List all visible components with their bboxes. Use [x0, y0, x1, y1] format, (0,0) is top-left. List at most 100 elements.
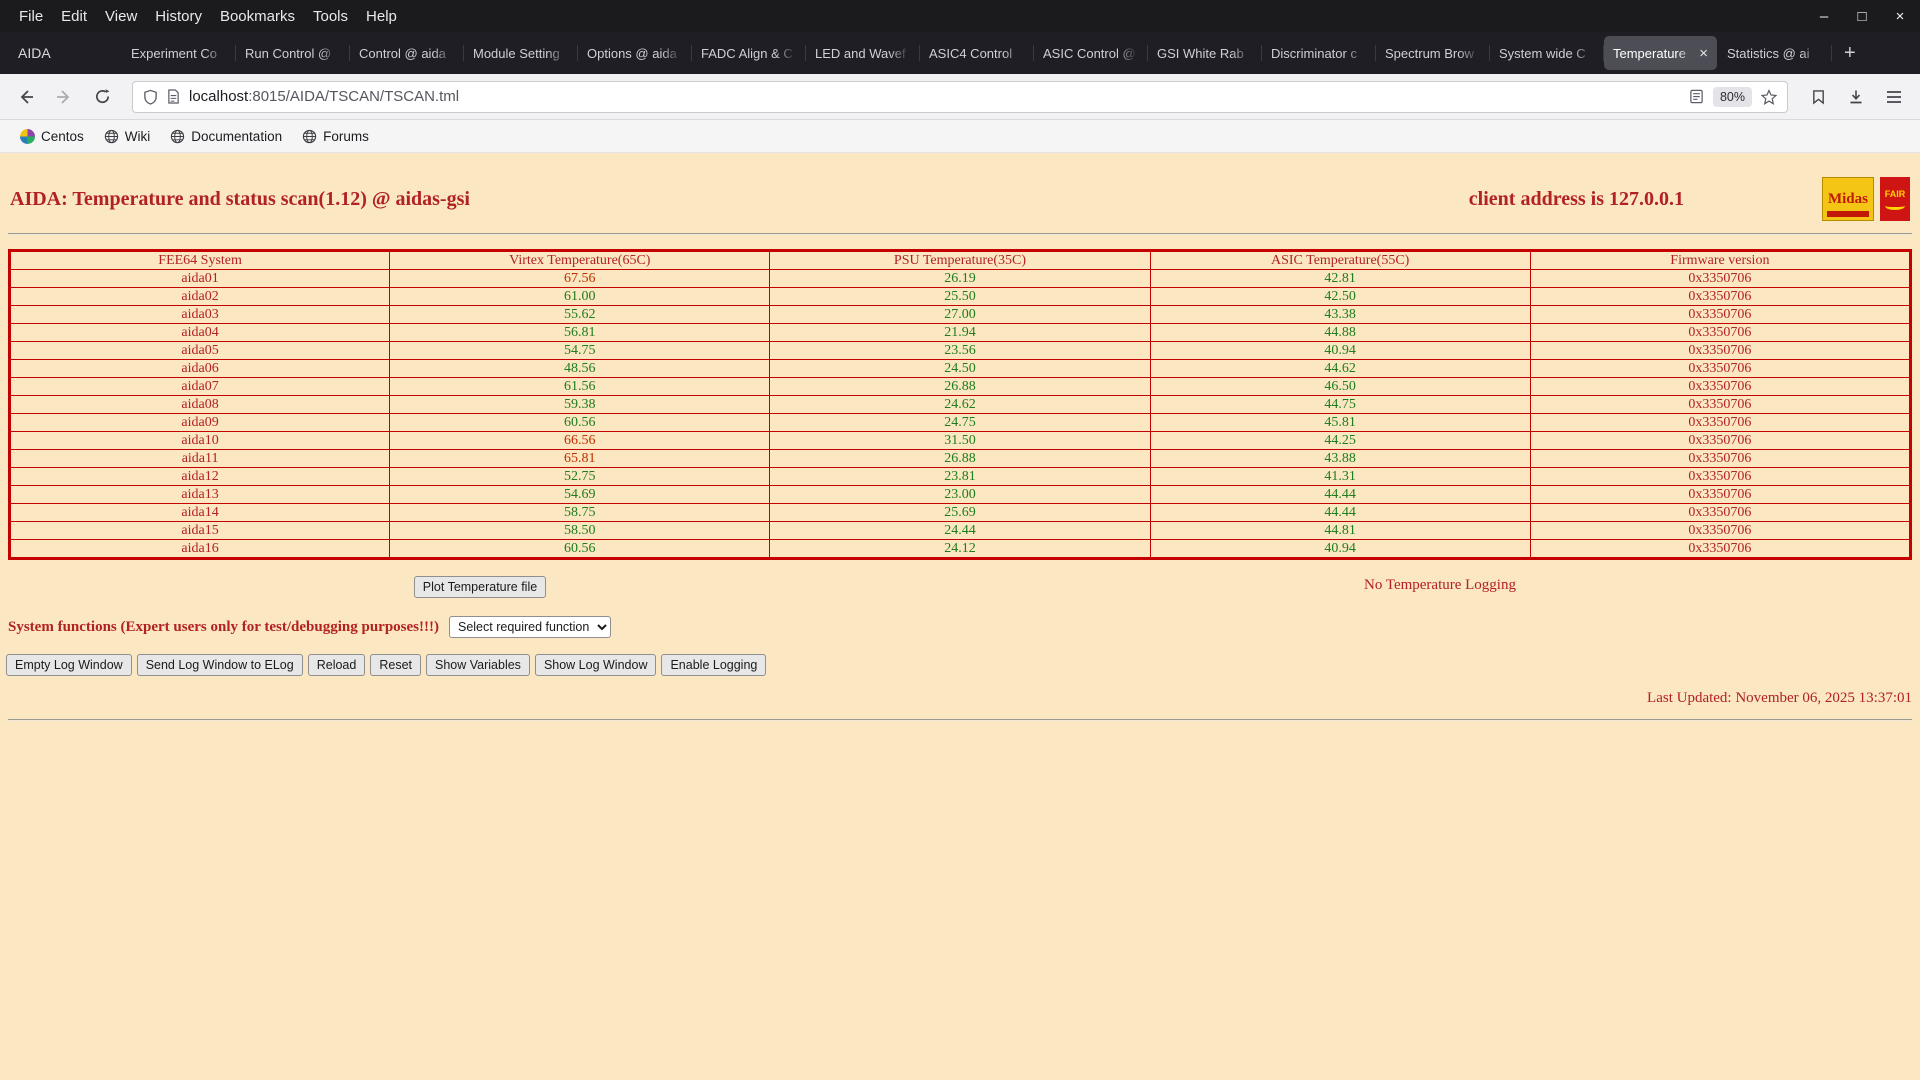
downloads-button[interactable]	[1840, 81, 1872, 113]
empty-log-window-button[interactable]: Empty Log Window	[6, 654, 132, 676]
psu-temp: 24.50	[769, 359, 1151, 378]
client-address: client address is 127.0.0.1	[1468, 187, 1684, 210]
tab-module-setting[interactable]: Module Setting	[464, 36, 578, 70]
virtex-temp: 60.56	[389, 413, 771, 432]
asic-temp: 44.88	[1149, 323, 1531, 342]
firmware-version: 0x3350706	[1529, 413, 1912, 432]
menu-hamburger-button[interactable]	[1878, 81, 1910, 113]
tab-asic4-control[interactable]: ASIC4 Control	[920, 36, 1034, 70]
tab-statistics-ai[interactable]: Statistics @ ai	[1718, 36, 1832, 70]
table-row: aida12 52.75 23.81 41.31 0x3350706	[8, 467, 1912, 486]
fee64-name: aida13	[8, 485, 391, 504]
asic-temp: 44.62	[1149, 359, 1531, 378]
reader-mode-icon[interactable]	[1689, 89, 1704, 104]
psu-temp: 25.50	[769, 287, 1151, 306]
asic-temp: 40.94	[1149, 341, 1531, 360]
menu-tools[interactable]: Tools	[304, 4, 357, 29]
tab-label: System wide C	[1499, 45, 1586, 61]
menu-edit[interactable]: Edit	[52, 4, 96, 29]
virtex-temp: 61.00	[389, 287, 771, 306]
menu-view[interactable]: View	[96, 4, 146, 29]
tab-close-icon[interactable]: ×	[1699, 46, 1708, 61]
firmware-version: 0x3350706	[1529, 323, 1912, 342]
shield-icon	[144, 89, 157, 105]
tab-led-and-wavef[interactable]: LED and Wavef	[806, 36, 920, 70]
bookmark-star-icon[interactable]	[1761, 88, 1777, 105]
last-updated: Last Updated: November 06, 2025 13:37:01	[1647, 690, 1912, 706]
close-icon[interactable]: ×	[1892, 8, 1908, 25]
fee64-name: aida02	[8, 287, 391, 306]
tab-system-wide-c[interactable]: System wide C	[1490, 36, 1604, 70]
new-tab-button[interactable]: +	[1832, 42, 1868, 65]
tab-asic-control[interactable]: ASIC Control @	[1034, 36, 1148, 70]
url-text[interactable]: localhost:8015/AIDA/TSCAN/TSCAN.tml	[189, 88, 1680, 105]
tab-discriminator-c[interactable]: Discriminator c	[1262, 36, 1376, 70]
tab-temperature[interactable]: Temperature ×	[1604, 36, 1717, 70]
firmware-version: 0x3350706	[1529, 395, 1912, 414]
globe-icon	[302, 129, 317, 143]
virtex-temp: 54.75	[389, 341, 771, 360]
firmware-version: 0x3350706	[1529, 305, 1912, 324]
enable-logging-button[interactable]: Enable Logging	[661, 654, 767, 676]
menu-bar-items: File Edit View History Bookmarks Tools Help	[10, 4, 406, 29]
asic-temp: 45.81	[1149, 413, 1531, 432]
tab-experiment-co[interactable]: Experiment Co	[122, 36, 236, 70]
show-variables-button[interactable]: Show Variables	[426, 654, 530, 676]
firmware-version: 0x3350706	[1529, 341, 1912, 360]
virtex-temp: 59.38	[389, 395, 771, 414]
table-row: aida16 60.56 24.12 40.94 0x3350706	[8, 539, 1912, 559]
tab-control-aida[interactable]: Control @ aida	[350, 36, 464, 70]
maximize-icon[interactable]: □	[1854, 8, 1870, 25]
tab-gsi-white-rab[interactable]: GSI White Rab	[1148, 36, 1262, 70]
bookmark-wiki[interactable]: Wiki	[96, 125, 159, 148]
tab-spectrum-brow[interactable]: Spectrum Brow	[1376, 36, 1490, 70]
zoom-indicator[interactable]: 80%	[1712, 86, 1752, 107]
menu-help[interactable]: Help	[357, 4, 406, 29]
tab-label: ASIC4 Control	[929, 45, 1013, 61]
table-row: aida01 67.56 26.19 42.81 0x3350706	[8, 269, 1912, 288]
minimize-icon[interactable]: –	[1816, 8, 1832, 25]
psu-temp: 26.19	[769, 269, 1151, 288]
column-header: ASIC Temperature(55C)	[1149, 250, 1531, 270]
logos: Midas FAIR	[1822, 177, 1910, 221]
forward-button[interactable]	[48, 81, 80, 113]
tab-options-aida[interactable]: Options @ aida	[578, 36, 692, 70]
midas-logo: Midas	[1822, 177, 1874, 221]
bookmark-documentation[interactable]: Documentation	[162, 125, 290, 148]
page-header: AIDA: Temperature and status scan(1.12) …	[0, 153, 1920, 221]
tab-run-control[interactable]: Run Control @	[236, 36, 350, 70]
table-row: aida11 65.81 26.88 43.88 0x3350706	[8, 449, 1912, 468]
table-row: aida10 66.56 31.50 44.25 0x3350706	[8, 431, 1912, 450]
asic-temp: 43.38	[1149, 305, 1531, 324]
virtex-temp: 54.69	[389, 485, 771, 504]
firmware-version: 0x3350706	[1529, 503, 1912, 522]
reload-button[interactable]: Reload	[307, 654, 366, 676]
menu-history[interactable]: History	[146, 4, 211, 29]
firmware-version: 0x3350706	[1529, 467, 1912, 486]
tab-label: ASIC Control @	[1043, 45, 1136, 61]
bookmark-centos[interactable]: Centos	[12, 125, 92, 148]
show-log-window-button[interactable]: Show Log Window	[534, 654, 657, 676]
globe-icon	[302, 129, 317, 144]
reset-button[interactable]: Reset	[370, 654, 421, 676]
save-to-pocket-button[interactable]	[1802, 81, 1834, 113]
reload-button[interactable]	[86, 81, 118, 113]
menu-bookmarks[interactable]: Bookmarks	[211, 4, 304, 29]
send-log-window-to-elog-button[interactable]: Send Log Window to ELog	[136, 654, 303, 676]
tab-fadc-align-c[interactable]: FADC Align & C	[692, 36, 806, 70]
asic-temp: 42.50	[1149, 287, 1531, 306]
url-bar[interactable]: localhost:8015/AIDA/TSCAN/TSCAN.tml 80%	[132, 80, 1788, 113]
asic-temp: 44.25	[1149, 431, 1531, 450]
menu-file[interactable]: File	[10, 4, 52, 29]
system-function-select[interactable]: Select required function	[448, 616, 611, 638]
page-content: AIDA: Temperature and status scan(1.12) …	[0, 153, 1920, 1080]
asic-temp: 44.81	[1149, 521, 1531, 540]
back-button[interactable]	[10, 81, 42, 113]
fee64-name: aida09	[8, 413, 391, 432]
fee64-name: aida08	[8, 395, 391, 414]
tab-label: Experiment Co	[131, 45, 217, 61]
psu-temp: 24.62	[769, 395, 1151, 414]
plot-temperature-button[interactable]: Plot Temperature file	[413, 576, 547, 598]
table-row: aida13 54.69 23.00 44.44 0x3350706	[8, 485, 1912, 504]
bookmark-forums[interactable]: Forums	[294, 125, 377, 148]
